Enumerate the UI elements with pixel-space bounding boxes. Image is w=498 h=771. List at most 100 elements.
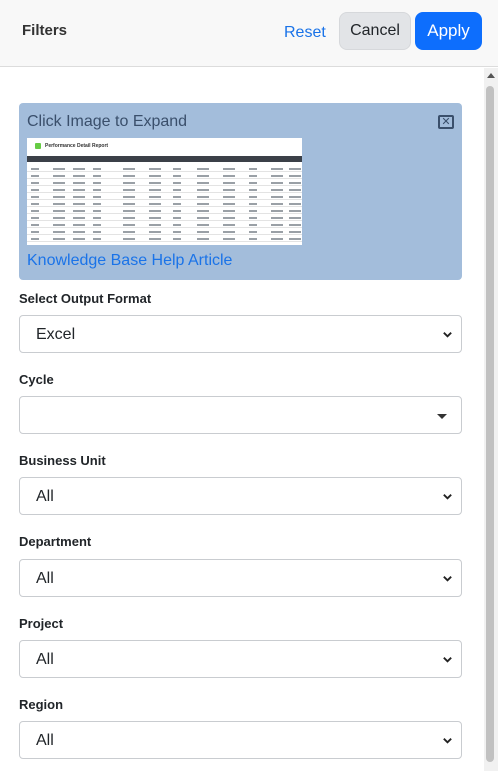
- preview-cell: [197, 210, 209, 212]
- preview-row-divider: [27, 199, 302, 200]
- cycle-select[interactable]: [19, 396, 462, 434]
- preview-cell: [271, 189, 283, 191]
- preview-cell: [53, 238, 65, 240]
- scroll-up-icon[interactable]: [487, 73, 495, 78]
- preview-cell: [289, 203, 301, 205]
- preview-cell: [123, 231, 135, 233]
- preview-cell: [271, 210, 283, 212]
- page-title: Filters: [22, 22, 68, 39]
- preview-row-divider: [27, 213, 302, 214]
- preview-cell: [249, 210, 257, 212]
- preview-cell: [173, 182, 181, 184]
- preview-cell: [73, 210, 85, 212]
- preview-cell: [53, 231, 65, 233]
- preview-cell: [173, 217, 181, 219]
- region-select[interactable]: All: [19, 721, 462, 759]
- preview-cell: [249, 217, 257, 219]
- preview-cell: [197, 189, 209, 191]
- chevron-down-icon: [443, 657, 452, 663]
- preview-cell: [31, 182, 39, 184]
- business-unit-select[interactable]: All: [19, 477, 462, 515]
- preview-cell: [197, 231, 209, 233]
- preview-cell: [249, 231, 257, 233]
- preview-cell: [223, 217, 235, 219]
- region-label: Region: [19, 697, 64, 712]
- preview-cell: [271, 238, 283, 240]
- preview-cell: [31, 189, 39, 191]
- preview-cell: [223, 210, 235, 212]
- chevron-down-icon: [443, 332, 452, 338]
- preview-cell: [123, 210, 135, 212]
- preview-cell: [289, 238, 301, 240]
- preview-cell: [173, 196, 181, 198]
- output-format-select[interactable]: Excel: [19, 315, 462, 353]
- preview-cell: [249, 203, 257, 205]
- region-value: All: [36, 732, 54, 749]
- department-label: Department: [19, 534, 92, 549]
- preview-cell: [31, 168, 39, 170]
- preview-row-divider: [27, 206, 302, 207]
- project-label: Project: [19, 616, 64, 631]
- preview-cell: [73, 175, 85, 177]
- preview-cell: [173, 175, 181, 177]
- preview-cell: [53, 196, 65, 198]
- preview-cell: [173, 168, 181, 170]
- preview-cell: [149, 224, 161, 226]
- preview-cell: [149, 189, 161, 191]
- output-format-label: Select Output Format: [19, 291, 152, 306]
- preview-cell: [271, 203, 283, 205]
- knowledge-base-link[interactable]: Knowledge Base Help Article: [27, 252, 232, 270]
- cancel-button[interactable]: Cancel: [339, 12, 411, 50]
- output-format-value: Excel: [36, 326, 76, 343]
- reset-button[interactable]: Reset: [276, 20, 334, 46]
- preview-cell: [73, 224, 85, 226]
- business-unit-value: All: [36, 488, 54, 505]
- preview-cell: [149, 196, 161, 198]
- preview-cell: [31, 238, 39, 240]
- preview-cell: [149, 182, 161, 184]
- preview-cell: [149, 168, 161, 170]
- preview-cell: [73, 238, 85, 240]
- preview-cell: [173, 189, 181, 191]
- preview-cell: [223, 196, 235, 198]
- scrollbar-thumb[interactable]: [486, 86, 494, 762]
- preview-cell: [271, 217, 283, 219]
- preview-cell: [249, 189, 257, 191]
- preview-cell: [149, 217, 161, 219]
- preview-cell: [53, 217, 65, 219]
- report-preview-header: [27, 156, 302, 162]
- preview-cell: [73, 217, 85, 219]
- preview-cell: [223, 182, 235, 184]
- preview-row-divider: [27, 178, 302, 179]
- preview-cell: [31, 231, 39, 233]
- preview-cell: [289, 182, 301, 184]
- chevron-down-icon: [443, 576, 452, 582]
- preview-cell: [197, 224, 209, 226]
- apply-button[interactable]: Apply: [415, 12, 482, 50]
- preview-cell: [123, 217, 135, 219]
- expand-hint: Click Image to Expand: [27, 113, 188, 130]
- preview-cell: [149, 175, 161, 177]
- preview-cell: [31, 210, 39, 212]
- preview-cell: [123, 175, 135, 177]
- preview-cell: [271, 168, 283, 170]
- preview-cell: [73, 203, 85, 205]
- vertical-scrollbar[interactable]: [484, 68, 498, 771]
- preview-row-divider: [27, 241, 302, 242]
- preview-cell: [93, 175, 101, 177]
- report-preview-image[interactable]: Performance Detail Report: [27, 138, 302, 245]
- preview-cell: [73, 231, 85, 233]
- preview-cell: [31, 224, 39, 226]
- close-box-icon[interactable]: ✕: [438, 115, 454, 129]
- preview-cell: [173, 210, 181, 212]
- preview-cell: [223, 189, 235, 191]
- preview-cell: [123, 224, 135, 226]
- preview-cell: [249, 175, 257, 177]
- department-select[interactable]: All: [19, 559, 462, 597]
- project-select[interactable]: All: [19, 640, 462, 678]
- report-preview-title: Performance Detail Report: [45, 143, 109, 149]
- preview-cell: [53, 203, 65, 205]
- preview-cell: [73, 182, 85, 184]
- preview-row-divider: [27, 171, 302, 172]
- preview-cell: [53, 168, 65, 170]
